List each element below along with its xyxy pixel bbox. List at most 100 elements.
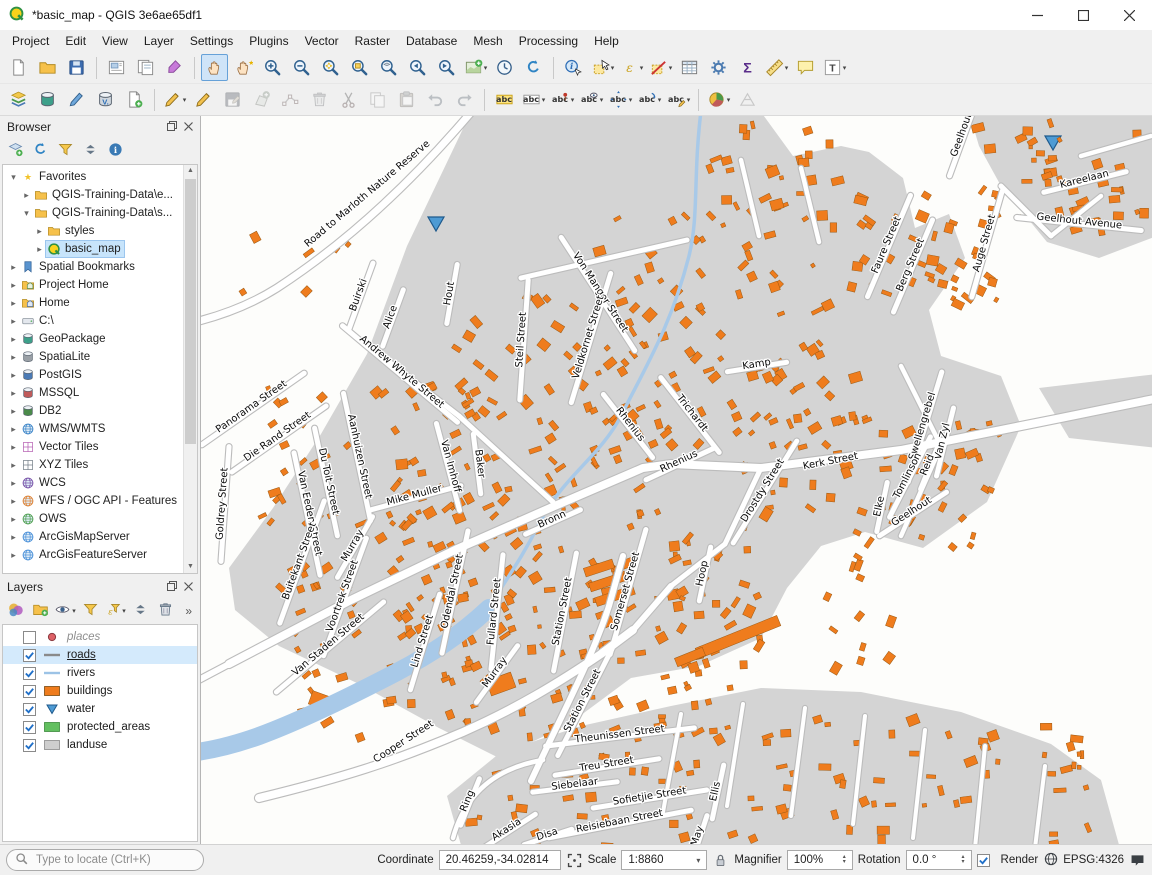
layer-checkbox[interactable] [23,631,36,644]
refresh-map-button[interactable] [520,54,547,81]
extents-icon[interactable] [566,852,583,869]
layer-checkbox[interactable] [23,721,36,734]
remove-layer-button[interactable] [154,600,176,622]
expander-closed-icon[interactable]: ▸ [7,406,20,417]
layer-labeling-button[interactable]: abc [491,86,518,113]
new-temporary-scratch-layer-button[interactable] [121,86,148,113]
refresh-browser-button[interactable] [29,140,51,162]
new-geopackage-layer-button[interactable] [34,86,61,113]
show-hide-labels-button[interactable]: abc▾ [578,86,605,113]
browser-item-wfs-ogc-api-features[interactable]: ▸WFS / OGC API - Features [3,492,197,510]
close-button[interactable] [1106,0,1152,30]
expander-open-icon[interactable]: ▾ [20,208,33,219]
browser-item-geopackage[interactable]: ▸GeoPackage [3,330,197,348]
expander-closed-icon[interactable]: ▸ [7,388,20,399]
new-map-view-button[interactable]: ▾ [462,54,489,81]
expander-closed-icon[interactable]: ▸ [7,496,20,507]
filter-browser-button[interactable] [54,140,76,162]
float-panel-icon[interactable] [167,580,177,594]
browser-item-arcgismapserver[interactable]: ▸ArcGisMapServer [3,528,197,546]
scrollbar-thumb[interactable] [185,179,196,444]
browser-scrollbar[interactable]: ▲▼ [183,165,197,573]
menu-processing[interactable]: Processing [511,31,586,51]
new-print-layout-button[interactable] [103,54,130,81]
scroll-down-icon[interactable]: ▼ [184,561,197,573]
layer-checkbox[interactable] [23,667,36,680]
add-selected-layers-button[interactable] [4,140,26,162]
close-panel-icon[interactable] [184,580,193,594]
add-group-button[interactable] [29,600,51,622]
layer-checkbox[interactable] [23,685,36,698]
pan-map-button[interactable] [201,54,228,81]
browser-item-spatial-bookmarks[interactable]: ▸Spatial Bookmarks [3,258,197,276]
browser-item-favorites[interactable]: ▾★Favorites [3,168,197,186]
zoom-next-button[interactable] [433,54,460,81]
browser-item-basic-map[interactable]: ▸basic_map [3,240,197,258]
menu-mesh[interactable]: Mesh [465,31,510,51]
layer-item-buildings[interactable]: buildings [3,682,197,700]
expander-closed-icon[interactable]: ▸ [7,424,20,435]
messages-button[interactable] [1129,852,1146,869]
layer-labeling-options-button[interactable]: abc▾ [520,86,547,113]
crs-status[interactable]: EPSG:4326 [1043,851,1124,870]
float-panel-icon[interactable] [167,120,177,134]
rotate-label-button[interactable]: abc▾ [636,86,663,113]
new-virtual-layer-button[interactable]: V. [92,86,119,113]
expander-closed-icon[interactable]: ▸ [20,190,33,201]
zoom-in-button[interactable] [259,54,286,81]
menu-database[interactable]: Database [398,31,465,51]
browser-item-project-home[interactable]: ▸Project Home [3,276,197,294]
temporal-controller-button[interactable] [491,54,518,81]
browser-item-spatialite[interactable]: ▸SpatiaLite [3,348,197,366]
layout-manager-button[interactable] [132,54,159,81]
select-by-expression-button[interactable]: ε▾ [618,54,645,81]
spinner-arrows-icon[interactable]: ▴▾ [958,855,965,865]
expander-closed-icon[interactable]: ▸ [33,226,46,237]
layer-checkbox[interactable] [23,739,36,752]
browser-item-c[interactable]: ▸C:\ [3,312,197,330]
pan-to-selection-button[interactable]: ★ [230,54,257,81]
expander-closed-icon[interactable]: ▸ [7,514,20,525]
expander-closed-icon[interactable]: ▸ [33,244,46,255]
expand-collapse-all-button[interactable] [129,600,151,622]
text-annotation-button[interactable]: T▾ [821,54,848,81]
browser-properties-button[interactable]: i [104,140,126,162]
map-canvas[interactable]: Road to Marloth Nature ReserveGeelhoutKa… [200,116,1152,844]
layer-item-water[interactable]: water [3,700,197,718]
browser-item-xyz-tiles[interactable]: ▸XYZ Tiles [3,456,197,474]
browser-item-wms-wmts[interactable]: ▸WMS/WMTS [3,420,197,438]
expander-closed-icon[interactable]: ▸ [7,316,20,327]
menu-help[interactable]: Help [586,31,627,51]
layer-item-protected_areas[interactable]: protected_areas [3,718,197,736]
browser-item-db2[interactable]: ▸DB2 [3,402,197,420]
browser-item-wcs[interactable]: ▸WCS [3,474,197,492]
expander-closed-icon[interactable]: ▸ [7,370,20,381]
expander-closed-icon[interactable]: ▸ [7,280,20,291]
browser-item-arcgisfeatureserver[interactable]: ▸ArcGisFeatureServer [3,546,197,564]
show-statistics-button[interactable]: Σ [734,54,761,81]
zoom-to-layer-button[interactable] [375,54,402,81]
map-tips-button[interactable] [792,54,819,81]
pin-unpin-labels-button[interactable]: abc▾ [549,86,576,113]
expander-closed-icon[interactable]: ▸ [7,262,20,273]
new-shapefile-layer-button[interactable] [63,86,90,113]
expander-closed-icon[interactable]: ▸ [7,352,20,363]
browser-item-styles[interactable]: ▸styles [3,222,197,240]
expander-closed-icon[interactable]: ▸ [7,478,20,489]
layer-checkbox[interactable] [23,703,36,716]
expander-closed-icon[interactable]: ▸ [7,298,20,309]
expander-closed-icon[interactable]: ▸ [7,532,20,543]
menu-project[interactable]: Project [4,31,57,51]
browser-item-qgis-training-data-s[interactable]: ▾QGIS-Training-Data\s... [3,204,197,222]
manage-map-themes-button[interactable]: ▾ [54,600,76,622]
browser-item-ows[interactable]: ▸OWS [3,510,197,528]
filter-by-expression-button[interactable]: ε▾ [104,600,126,622]
menu-layer[interactable]: Layer [136,31,182,51]
maximize-button[interactable] [1060,0,1106,30]
processing-toolbox-button[interactable] [705,54,732,81]
scroll-up-icon[interactable]: ▲ [184,165,197,177]
data-source-manager-button[interactable] [5,86,32,113]
spinner-arrows-icon[interactable]: ▴▾ [839,855,846,865]
menu-view[interactable]: View [94,31,136,51]
move-label-button[interactable]: abc▾ [607,86,634,113]
